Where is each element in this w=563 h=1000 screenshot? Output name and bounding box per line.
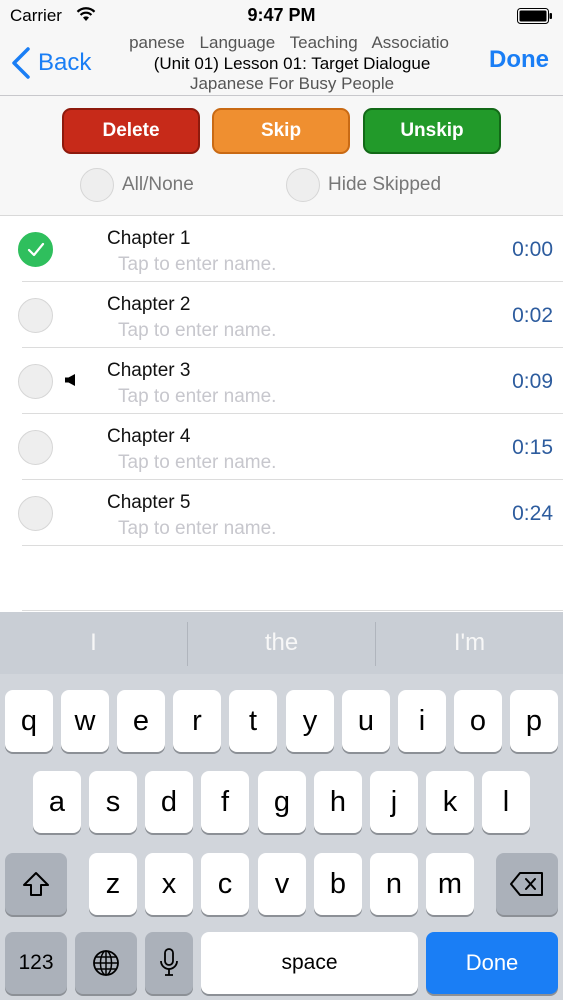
backspace-key[interactable] bbox=[496, 853, 558, 915]
key-b[interactable]: b bbox=[314, 853, 362, 915]
status-time: 9:47 PM bbox=[247, 5, 316, 25]
keyboard-done-key[interactable]: Done bbox=[426, 932, 558, 994]
chapter-row[interactable]: Chapter 1 Tap to enter name. 0:00 bbox=[0, 216, 563, 282]
key-p[interactable]: p bbox=[510, 690, 558, 752]
battery-icon bbox=[517, 8, 552, 24]
key-u[interactable]: u bbox=[342, 690, 390, 752]
key-l[interactable]: l bbox=[482, 771, 530, 833]
key-d[interactable]: d bbox=[145, 771, 193, 833]
skip-button[interactable]: Skip bbox=[212, 108, 350, 154]
row-separator bbox=[22, 545, 563, 546]
key-q[interactable]: q bbox=[5, 690, 53, 752]
nav-title-publisher: panese Language Teaching Associatio bbox=[129, 33, 449, 52]
key-w[interactable]: w bbox=[61, 690, 109, 752]
chapter-checkbox[interactable] bbox=[18, 364, 53, 399]
chapter-checkbox[interactable] bbox=[18, 232, 53, 267]
key-j[interactable]: j bbox=[370, 771, 418, 833]
all-none-toggle[interactable]: All/None bbox=[80, 167, 194, 203]
chevron-left-icon bbox=[12, 47, 30, 79]
chapter-row[interactable]: Chapter 2 Tap to enter name. 0:02 bbox=[0, 282, 563, 348]
back-button[interactable]: Back bbox=[10, 44, 91, 82]
suggestion-bar: I the I'm bbox=[0, 612, 563, 674]
shift-icon bbox=[23, 872, 49, 896]
speaker-icon bbox=[65, 374, 75, 386]
hide-skipped-label: Hide Skipped bbox=[328, 174, 442, 195]
chapter-name-input[interactable]: Tap to enter name. bbox=[118, 518, 276, 540]
nav-title: panese Language Teaching Associatio (Uni… bbox=[112, 32, 472, 94]
all-none-label: All/None bbox=[122, 174, 194, 195]
chapter-name-input[interactable]: Tap to enter name. bbox=[118, 452, 276, 474]
navigation-bar: Back panese Language Teaching Associatio… bbox=[0, 32, 563, 96]
chapter-time: 0:00 bbox=[512, 238, 553, 261]
chapter-name: Chapter 5 bbox=[107, 492, 191, 513]
space-key[interactable]: space bbox=[201, 932, 418, 994]
chapter-row[interactable]: Chapter 4 Tap to enter name. 0:15 bbox=[0, 414, 563, 480]
suggestion-3[interactable]: I'm bbox=[376, 612, 563, 674]
chapter-name: Chapter 2 bbox=[107, 294, 191, 315]
chapter-name-input[interactable]: Tap to enter name. bbox=[118, 254, 276, 276]
suggestion-2[interactable]: the bbox=[188, 612, 375, 674]
globe-key[interactable] bbox=[75, 932, 137, 994]
hide-skipped-radio[interactable] bbox=[286, 168, 320, 202]
key-s[interactable]: s bbox=[89, 771, 137, 833]
delete-button[interactable]: Delete bbox=[62, 108, 200, 154]
unskip-button[interactable]: Unskip bbox=[363, 108, 501, 154]
action-area: Delete Skip Unskip All/None Hide Skipped bbox=[0, 96, 563, 216]
all-none-radio[interactable] bbox=[80, 168, 114, 202]
nav-title-book: Japanese For Busy People bbox=[189, 74, 395, 93]
chapter-time: 0:09 bbox=[512, 370, 553, 393]
key-v[interactable]: v bbox=[258, 853, 306, 915]
numbers-key[interactable]: 123 bbox=[5, 932, 67, 994]
backspace-icon bbox=[510, 872, 543, 896]
microphone-key[interactable] bbox=[145, 932, 193, 994]
nav-title-lesson: (Unit 01) Lesson 01: Target Dialogue bbox=[153, 54, 431, 73]
row-separator bbox=[22, 610, 563, 611]
chapter-name: Chapter 3 bbox=[107, 360, 191, 381]
chapter-name: Chapter 4 bbox=[107, 426, 191, 447]
chapter-checkbox[interactable] bbox=[18, 298, 53, 333]
key-x[interactable]: x bbox=[145, 853, 193, 915]
suggestion-1[interactable]: I bbox=[0, 612, 187, 674]
hide-skipped-toggle[interactable]: Hide Skipped bbox=[286, 167, 441, 203]
chapter-name-input[interactable]: Tap to enter name. bbox=[118, 386, 276, 408]
key-y[interactable]: y bbox=[286, 690, 334, 752]
chapter-checkbox[interactable] bbox=[18, 430, 53, 465]
key-e[interactable]: e bbox=[117, 690, 165, 752]
key-o[interactable]: o bbox=[454, 690, 502, 752]
key-c[interactable]: c bbox=[201, 853, 249, 915]
chapter-time: 0:02 bbox=[512, 304, 553, 327]
back-label: Back bbox=[38, 49, 92, 76]
key-h[interactable]: h bbox=[314, 771, 362, 833]
globe-icon bbox=[93, 950, 119, 976]
key-k[interactable]: k bbox=[426, 771, 474, 833]
done-button[interactable]: Done bbox=[489, 46, 549, 74]
key-n[interactable]: n bbox=[370, 853, 418, 915]
microphone-icon bbox=[160, 948, 178, 976]
key-t[interactable]: t bbox=[229, 690, 277, 752]
chapter-name-input[interactable]: Tap to enter name. bbox=[118, 320, 276, 342]
chapter-list: Chapter 1 Tap to enter name. 0:00 Chapte… bbox=[0, 216, 563, 612]
key-f[interactable]: f bbox=[201, 771, 249, 833]
chapter-name: Chapter 1 bbox=[107, 228, 191, 249]
status-bar: Carrier 9:47 PM bbox=[0, 0, 563, 32]
chapter-time: 0:15 bbox=[512, 436, 553, 459]
chapter-row[interactable]: Chapter 3 Tap to enter name. 0:09 bbox=[0, 348, 563, 414]
key-z[interactable]: z bbox=[89, 853, 137, 915]
chapter-time: 0:24 bbox=[512, 502, 553, 525]
chapter-checkbox[interactable] bbox=[18, 496, 53, 531]
key-r[interactable]: r bbox=[173, 690, 221, 752]
keyboard: I the I'm q w e r t y u i o p a s d f g … bbox=[0, 612, 563, 1000]
key-a[interactable]: a bbox=[33, 771, 81, 833]
chapter-row[interactable]: Chapter 5 Tap to enter name. 0:24 bbox=[0, 480, 563, 546]
key-i[interactable]: i bbox=[398, 690, 446, 752]
key-m[interactable]: m bbox=[426, 853, 474, 915]
key-g[interactable]: g bbox=[258, 771, 306, 833]
checkmark-icon bbox=[27, 242, 45, 257]
shift-key[interactable] bbox=[5, 853, 67, 915]
